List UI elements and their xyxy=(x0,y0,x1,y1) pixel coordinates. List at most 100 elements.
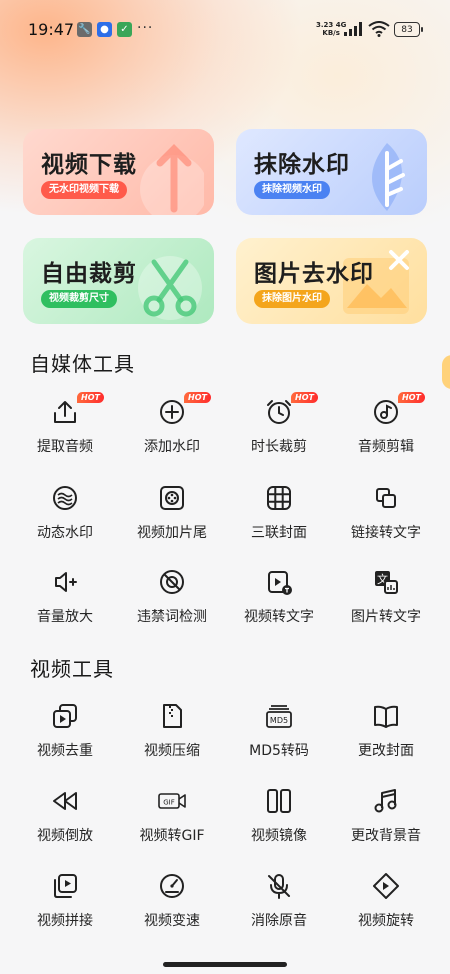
tool-duration-trim[interactable]: HOT 时长裁剪 xyxy=(225,392,333,468)
image-watermark-card[interactable]: 图片去水印 抹除图片水印 xyxy=(236,238,427,324)
add-watermark-icon xyxy=(160,400,184,424)
leaf-icon xyxy=(372,143,405,211)
prohibit-icon xyxy=(160,570,184,594)
tool-label: 更改封面 xyxy=(358,743,414,759)
book-icon xyxy=(374,705,398,728)
card-badge: 视频裁剪尺寸 xyxy=(41,290,117,308)
hot-badge: HOT xyxy=(184,392,211,403)
app-notification-icon: ● xyxy=(97,22,112,37)
tool-label: 视频去重 xyxy=(37,743,93,759)
tool-label: 视频压缩 xyxy=(144,743,200,759)
tool-label: 视频倒放 xyxy=(37,828,93,844)
tool-md5[interactable]: MD5 MD5转码 xyxy=(225,702,333,772)
mic-off-icon xyxy=(268,874,290,899)
floating-side-tab[interactable] xyxy=(442,355,450,389)
tool-remove-audio[interactable]: 消除原音 xyxy=(225,872,333,942)
tool-video-ending[interactable]: 视频加片尾 xyxy=(118,484,226,554)
md5-icon: MD5 xyxy=(266,705,292,728)
tool-change-bgm[interactable]: 更改背景音 xyxy=(332,787,440,857)
tool-label: 消除原音 xyxy=(251,913,307,929)
home-indicator[interactable] xyxy=(163,962,287,967)
tool-label: 链接转文字 xyxy=(351,525,421,541)
zip-file-icon xyxy=(163,704,182,728)
video-join-icon xyxy=(54,874,77,898)
status-bar: 19:47 🔧 ● ✓ ··· 3.23 4G KB/s 83 xyxy=(0,0,450,58)
card-title: 视频下载 xyxy=(41,152,137,178)
tool-volume-boost[interactable]: 音量放大 xyxy=(11,568,119,638)
hot-badge: HOT xyxy=(398,392,425,403)
music-note-icon xyxy=(374,789,397,813)
tool-label: 时长裁剪 xyxy=(251,439,307,455)
wrench-notification-icon: 🔧 xyxy=(77,22,92,37)
section-title-self-media: 自媒体工具 xyxy=(30,352,135,376)
rewind-icon xyxy=(53,792,77,810)
tool-extract-audio[interactable]: HOT 提取音频 xyxy=(11,392,119,468)
network-speed: 3.23 4G KB/s xyxy=(316,21,347,37)
tool-label: 违禁词检测 xyxy=(137,609,207,625)
tool-audio-edit[interactable]: HOT 音频剪辑 xyxy=(332,392,440,468)
image-to-text-icon: 文 xyxy=(375,571,398,594)
tool-add-watermark[interactable]: HOT 添加水印 xyxy=(118,392,226,468)
volume-up-icon xyxy=(55,572,77,592)
music-disc-icon xyxy=(374,400,398,424)
tool-label: 视频镜像 xyxy=(251,828,307,844)
bird-notification-icon: ✓ xyxy=(117,22,132,37)
mirror-icon xyxy=(267,789,291,813)
tool-triple-cover[interactable]: 三联封面 xyxy=(225,484,333,554)
tool-image-to-text[interactable]: 文 图片转文字 xyxy=(332,568,440,638)
battery-indicator: 83 xyxy=(394,22,423,37)
card-title: 图片去水印 xyxy=(254,261,374,287)
card-badge: 抹除图片水印 xyxy=(254,290,330,308)
tool-label: 音量放大 xyxy=(37,609,93,625)
tool-video-dedup[interactable]: 视频去重 xyxy=(11,702,119,772)
tool-banned-word-check[interactable]: 违禁词检测 xyxy=(118,568,226,638)
more-notifications-icon: ··· xyxy=(137,20,154,36)
signal-icon xyxy=(344,22,362,36)
tool-label: 三联封面 xyxy=(251,525,307,541)
tool-label: 视频转GIF xyxy=(139,828,205,844)
tool-dynamic-watermark[interactable]: 动态水印 xyxy=(11,484,119,554)
free-crop-card[interactable]: 自由裁剪 视频裁剪尺寸 xyxy=(23,238,214,324)
tool-label: 添加水印 xyxy=(144,439,200,455)
hot-badge: HOT xyxy=(291,392,318,403)
md5-glyph: MD5 xyxy=(270,716,288,725)
upload-icon xyxy=(54,401,76,423)
tool-video-compress[interactable]: 视频压缩 xyxy=(118,702,226,772)
tool-link-to-text[interactable]: 链接转文字 xyxy=(332,484,440,554)
gif-icon: GIF xyxy=(158,793,186,809)
tool-label: 音频剪辑 xyxy=(358,439,414,455)
rotate-icon xyxy=(373,873,399,899)
card-title: 自由裁剪 xyxy=(41,261,137,287)
tool-video-rotate[interactable]: 视频旋转 xyxy=(332,872,440,942)
tool-video-mirror[interactable]: 视频镜像 xyxy=(225,787,333,857)
video-duplicate-icon xyxy=(53,704,77,728)
tool-label: 视频加片尾 xyxy=(137,525,207,541)
tool-video-join[interactable]: 视频拼接 xyxy=(11,872,119,942)
tool-label: 视频旋转 xyxy=(358,913,414,929)
tool-video-to-gif[interactable]: GIF 视频转GIF xyxy=(118,787,226,857)
tool-label: 更改背景音 xyxy=(351,828,421,844)
tool-label: 视频转文字 xyxy=(244,609,314,625)
tool-label: 图片转文字 xyxy=(351,609,421,625)
tool-label: 动态水印 xyxy=(37,525,93,541)
tool-video-reverse[interactable]: 视频倒放 xyxy=(11,787,119,857)
link-copy-icon xyxy=(376,488,396,508)
tool-video-to-text[interactable]: 视频转文字 xyxy=(225,568,333,638)
grid-icon xyxy=(267,486,291,510)
wifi-icon xyxy=(368,21,390,37)
gif-glyph: GIF xyxy=(163,799,175,807)
speedometer-icon xyxy=(160,874,184,898)
tool-label: MD5转码 xyxy=(249,743,309,759)
video-download-card[interactable]: 视频下载 无水印视频下载 xyxy=(23,129,214,215)
tool-change-cover[interactable]: 更改封面 xyxy=(332,702,440,772)
video-to-text-icon xyxy=(268,571,292,595)
film-reel-icon xyxy=(160,486,184,510)
card-badge: 无水印视频下载 xyxy=(41,181,127,199)
tool-label: 视频拼接 xyxy=(37,913,93,929)
section-title-video: 视频工具 xyxy=(30,657,114,681)
hot-badge: HOT xyxy=(77,392,104,403)
card-title: 抹除水印 xyxy=(254,152,350,178)
erase-watermark-card[interactable]: 抹除水印 抹除视频水印 xyxy=(236,129,427,215)
tool-video-speed[interactable]: 视频变速 xyxy=(118,872,226,942)
alarm-clock-icon xyxy=(267,400,291,424)
